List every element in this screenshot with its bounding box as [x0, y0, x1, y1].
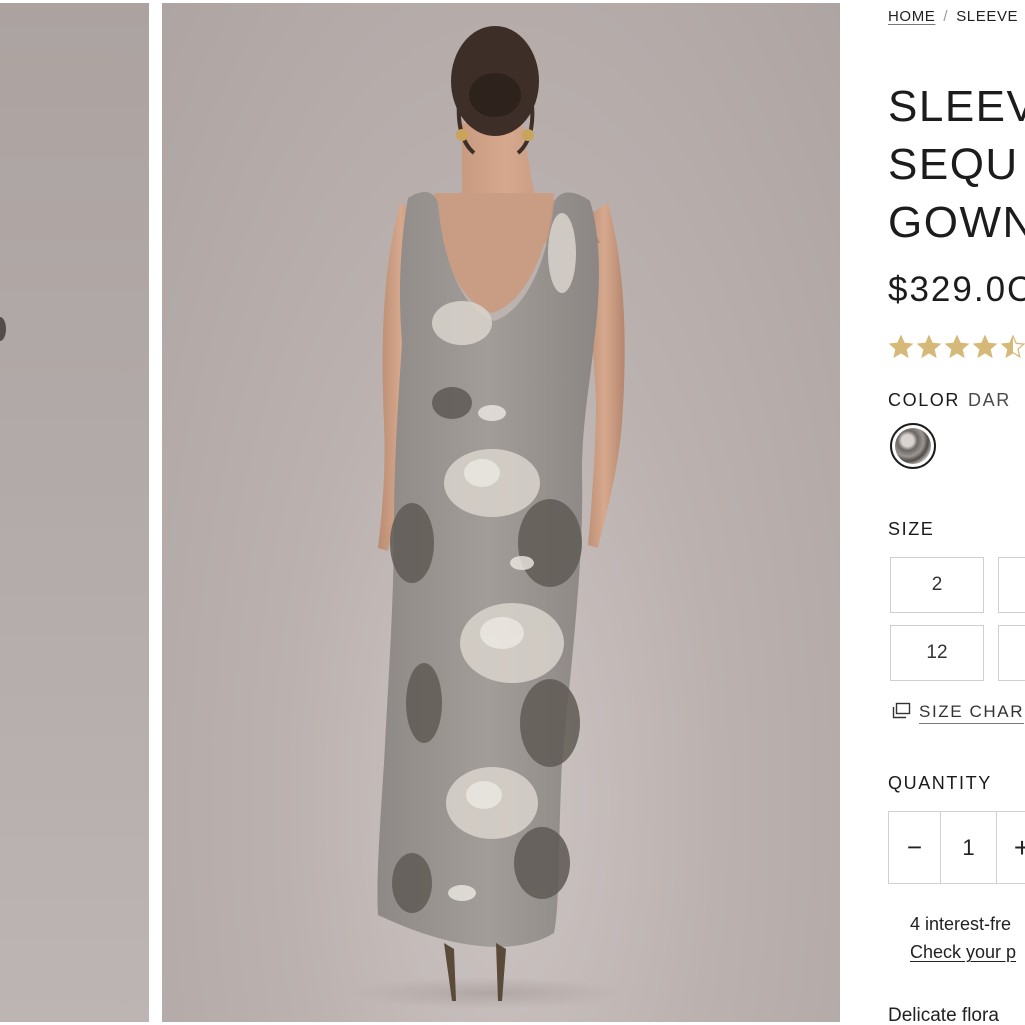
- star-full-icon: [888, 334, 914, 359]
- product-title-line: SEQU: [888, 140, 1019, 189]
- quantity-label: QUANTITY: [888, 773, 992, 793]
- model-illustration: [347, 26, 627, 1009]
- size-chart-link[interactable]: SIZE CHAR: [892, 702, 1025, 724]
- star-full-icon: [972, 334, 998, 359]
- quantity-stepper: − 1 +: [888, 811, 1025, 884]
- color-swatch-fill: [895, 428, 931, 464]
- star-full-icon: [916, 334, 942, 359]
- gallery-thumbnail-left[interactable]: [0, 3, 149, 1022]
- product-description: Delicate flora: [888, 1005, 999, 1025]
- gallery-thumbnail-edge-detail: [0, 317, 6, 341]
- size-option-partial[interactable]: [998, 557, 1025, 613]
- quantity-increase-button[interactable]: +: [997, 812, 1025, 883]
- installments-text: 4 interest-fre: [910, 914, 1012, 934]
- product-title-line: GOWN: [888, 198, 1025, 247]
- breadcrumb-separator: /: [943, 8, 949, 25]
- rating-stars[interactable]: [888, 334, 1025, 360]
- product-main-image[interactable]: [162, 3, 840, 1022]
- size-option[interactable]: 2: [890, 557, 984, 613]
- size-chart-label: SIZE CHAR: [919, 702, 1025, 724]
- check-eligibility-link[interactable]: Check your p: [910, 938, 1016, 966]
- star-full-icon: [944, 334, 970, 359]
- color-label: COLOR: [888, 390, 961, 410]
- color-value: DAR: [968, 390, 1011, 410]
- product-info-panel: HOME / SLEEVE SLEEV SEQU GOWN $329.0C COLO…: [888, 0, 1025, 1025]
- color-selector-label: COLOR DAR: [888, 390, 1011, 411]
- breadcrumb-home-link[interactable]: HOME: [888, 8, 935, 25]
- star-half-icon: [1000, 334, 1025, 359]
- size-chart-icon: [892, 702, 911, 719]
- quantity-decrease-button[interactable]: −: [889, 812, 941, 883]
- quantity-value[interactable]: 1: [941, 812, 997, 883]
- product-title-line: SLEEV: [888, 82, 1025, 131]
- breadcrumb: HOME / SLEEVE: [888, 8, 1018, 25]
- size-option-partial[interactable]: [998, 625, 1025, 681]
- size-label: SIZE: [888, 519, 935, 539]
- product-title: SLEEV SEQU GOWN: [888, 78, 1025, 252]
- breadcrumb-current: SLEEVE: [956, 8, 1019, 25]
- installments-info: 4 interest-fre Check your p: [910, 910, 1016, 966]
- product-price: $329.0C: [888, 270, 1025, 309]
- color-swatch-selected[interactable]: [890, 423, 936, 469]
- size-option[interactable]: 12: [890, 625, 984, 681]
